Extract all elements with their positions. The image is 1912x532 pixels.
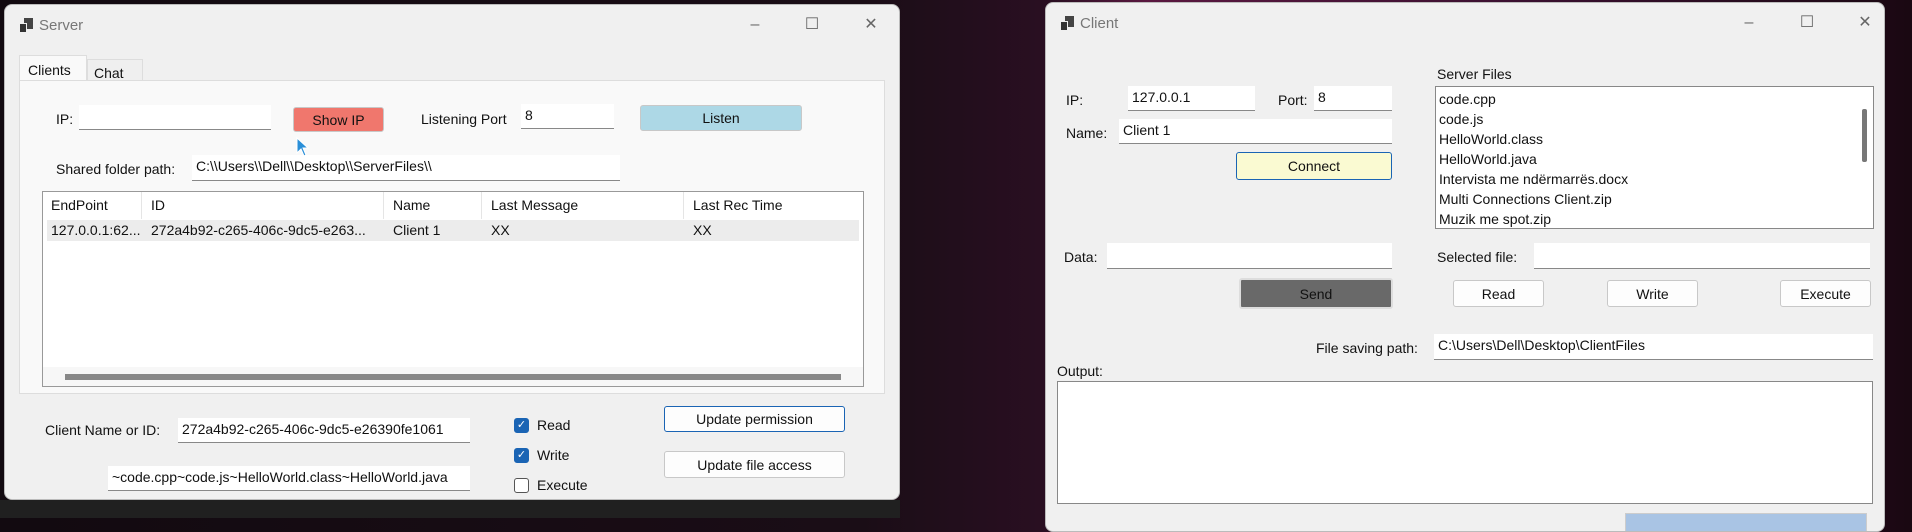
port-input[interactable]: 8 bbox=[521, 104, 614, 129]
close-icon[interactable]: ✕ bbox=[1850, 11, 1880, 35]
close-icon[interactable]: ✕ bbox=[856, 13, 886, 37]
client-name-label: Client Name or ID: bbox=[45, 422, 161, 438]
list-item[interactable]: Multi Connections Client.zip bbox=[1439, 191, 1612, 207]
column-header[interactable]: Name bbox=[393, 197, 430, 213]
minimize-icon[interactable]: – bbox=[740, 13, 770, 37]
table-cell: Client 1 bbox=[393, 222, 441, 238]
output-label: Output: bbox=[1057, 363, 1103, 379]
ip-label: IP: bbox=[56, 111, 74, 127]
column-divider[interactable] bbox=[141, 192, 142, 219]
title-bar: Client – ☐ ✕ bbox=[1046, 3, 1884, 43]
column-divider[interactable] bbox=[683, 192, 684, 219]
server-files-listbox[interactable]: code.cpp code.js HelloWorld.class HelloWorl… bbox=[1435, 86, 1874, 229]
column-divider[interactable] bbox=[383, 192, 384, 219]
scrollbar-thumb[interactable] bbox=[65, 374, 841, 380]
ip-input[interactable]: 127.0.0.1 bbox=[1128, 86, 1255, 111]
port-label: Port: bbox=[1278, 92, 1308, 108]
app-icon bbox=[1060, 16, 1074, 31]
file-saving-path-label: File saving path: bbox=[1316, 340, 1418, 356]
horizontal-scrollbar[interactable] bbox=[43, 367, 863, 386]
bottom-button[interactable] bbox=[1625, 513, 1867, 531]
name-input[interactable]: Client 1 bbox=[1119, 119, 1392, 144]
execute-button[interactable]: Execute bbox=[1780, 280, 1871, 307]
table-cell: XX bbox=[491, 222, 510, 238]
server-window: Server – ☐ ✕ Clients Chat IP: Show IP Li… bbox=[4, 4, 900, 500]
minimize-icon[interactable]: – bbox=[1734, 11, 1764, 35]
table-cell: 127.0.0.1:62... bbox=[51, 222, 141, 238]
listview-header: EndPoint ID Name Last Message Last Rec Time bbox=[43, 192, 863, 219]
checkbox-label: Execute bbox=[537, 477, 588, 493]
column-divider[interactable] bbox=[481, 192, 482, 219]
listening-port-label: Listening Port bbox=[421, 111, 507, 127]
column-header[interactable]: Last Message bbox=[491, 197, 578, 213]
client-window: Client – ☐ ✕ IP: 127.0.0.1 Port: 8 Name:… bbox=[1045, 2, 1885, 532]
maximize-icon[interactable]: ☐ bbox=[797, 13, 827, 37]
update-file-access-button[interactable]: Update file access bbox=[664, 451, 845, 478]
table-cell: XX bbox=[693, 222, 712, 238]
list-item[interactable]: Muzik me spot.zip bbox=[1439, 211, 1551, 227]
send-button[interactable]: Send bbox=[1239, 278, 1393, 309]
list-item[interactable]: code.js bbox=[1439, 111, 1483, 127]
checkbox-label: Write bbox=[537, 447, 570, 463]
data-input[interactable] bbox=[1107, 243, 1392, 269]
tab-panel: IP: Show IP Listening Port 8 Listen Shar… bbox=[19, 80, 885, 394]
vertical-scrollbar-thumb[interactable] bbox=[1862, 109, 1867, 162]
port-input[interactable]: 8 bbox=[1314, 86, 1392, 111]
column-header[interactable]: Last Rec Time bbox=[693, 197, 782, 213]
title-bar: Server – ☐ ✕ bbox=[5, 5, 899, 45]
clients-listview[interactable]: EndPoint ID Name Last Message Last Rec Time … bbox=[42, 191, 864, 387]
shared-folder-input[interactable]: C:\\Users\\Dell\\Desktop\\ServerFiles\\ bbox=[192, 155, 620, 181]
show-ip-button[interactable]: Show IP bbox=[293, 107, 384, 132]
column-header[interactable]: EndPoint bbox=[51, 197, 108, 213]
selected-file-input[interactable] bbox=[1534, 243, 1870, 269]
table-cell: 272a4b92-c265-406c-9dc5-e263... bbox=[151, 222, 366, 238]
checkbox-execute[interactable] bbox=[514, 478, 529, 493]
background-window bbox=[0, 500, 900, 518]
connect-button[interactable]: Connect bbox=[1236, 152, 1392, 180]
window-title: Client bbox=[1080, 15, 1119, 32]
client-name-input[interactable]: 272a4b92-c265-406c-9dc5-e26390fe1061 bbox=[178, 418, 470, 443]
window-title: Server bbox=[39, 17, 84, 34]
update-permission-button[interactable]: Update permission bbox=[664, 406, 845, 432]
read-button[interactable]: Read bbox=[1453, 280, 1544, 307]
server-files-label: Server Files bbox=[1437, 66, 1512, 82]
checkbox-write[interactable]: ✓ bbox=[514, 448, 529, 463]
shared-folder-label: Shared folder path: bbox=[56, 161, 176, 177]
tab-clients[interactable]: Clients bbox=[19, 55, 87, 81]
column-header[interactable]: ID bbox=[151, 197, 165, 213]
write-button[interactable]: Write bbox=[1607, 280, 1698, 307]
listen-button[interactable]: Listen bbox=[640, 105, 802, 131]
list-item[interactable]: HelloWorld.java bbox=[1439, 151, 1537, 167]
table-row[interactable]: 127.0.0.1:62... 272a4b92-c265-406c-9dc5-e… bbox=[47, 220, 859, 241]
app-icon bbox=[19, 18, 33, 33]
file-saving-path-input[interactable]: C:\Users\Dell\Desktop\ClientFiles bbox=[1434, 334, 1873, 360]
maximize-icon[interactable]: ☐ bbox=[1792, 11, 1822, 35]
ip-label: IP: bbox=[1066, 92, 1084, 108]
list-item[interactable]: code.cpp bbox=[1439, 91, 1496, 107]
file-access-input[interactable]: ~code.cpp~code.js~HelloWorld.class~Hello… bbox=[108, 466, 470, 491]
data-label: Data: bbox=[1064, 249, 1098, 265]
list-item[interactable]: Intervista me ndërmarrës.docx bbox=[1439, 171, 1628, 187]
output-textbox[interactable] bbox=[1057, 381, 1873, 504]
checkbox-read[interactable]: ✓ bbox=[514, 418, 529, 433]
name-label: Name: bbox=[1066, 125, 1108, 141]
ip-input[interactable] bbox=[79, 105, 271, 130]
selected-file-label: Selected file: bbox=[1437, 249, 1518, 265]
tab-chat[interactable]: Chat bbox=[87, 59, 143, 81]
list-item[interactable]: HelloWorld.class bbox=[1439, 131, 1543, 147]
checkbox-label: Read bbox=[537, 417, 571, 433]
mouse-cursor-icon bbox=[296, 137, 310, 157]
